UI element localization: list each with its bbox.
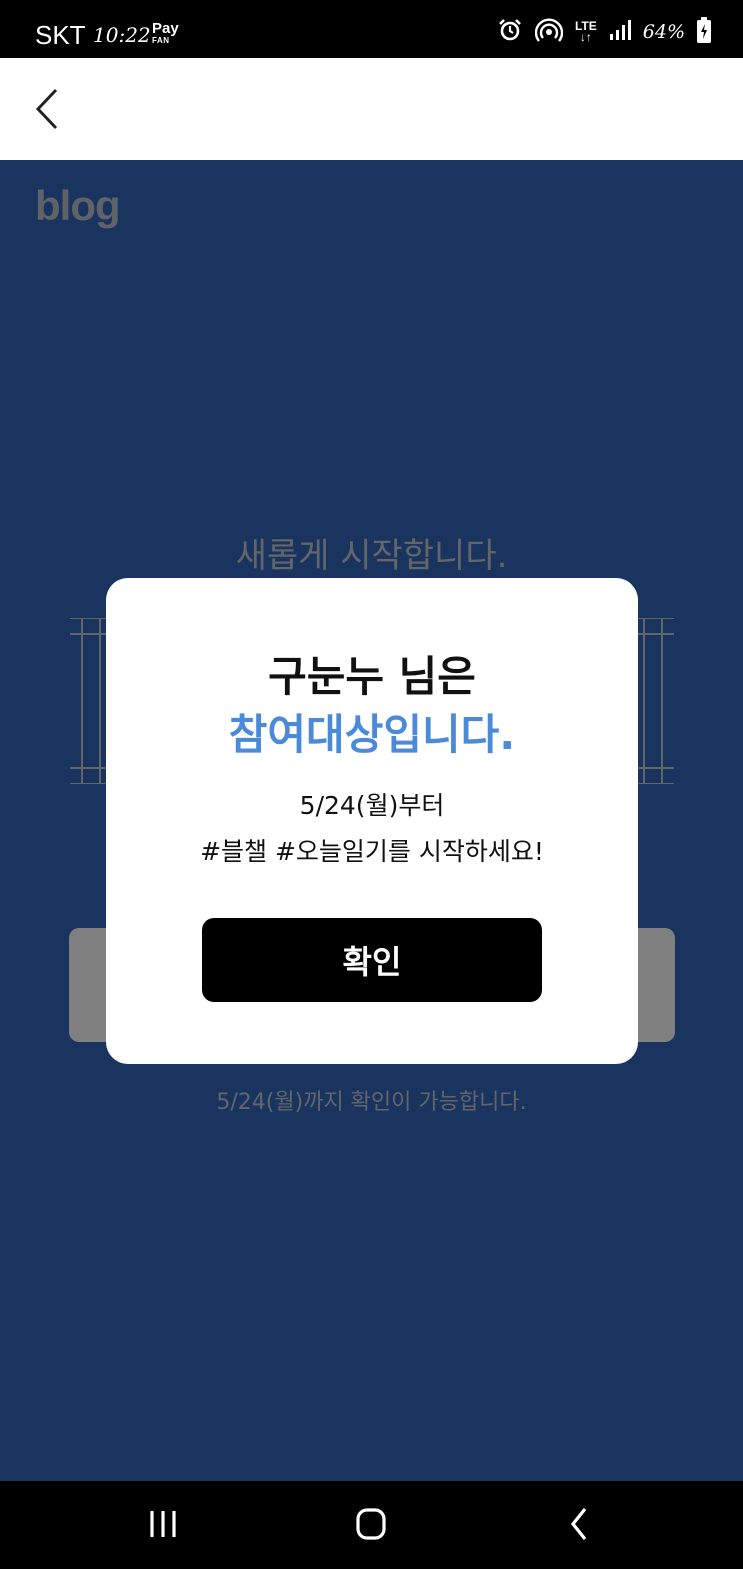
background-note: 5/24(월)까지 확인이 가능합니다. bbox=[216, 1090, 527, 1115]
recents-icon bbox=[150, 1511, 176, 1537]
dialog-date-line: 5/24(월)부터 bbox=[299, 791, 445, 820]
app-header bbox=[0, 58, 743, 160]
confirm-button[interactable]: 확인 bbox=[202, 918, 542, 1002]
lte-indicator: LTE ↓↑ bbox=[575, 20, 597, 44]
back-icon bbox=[570, 1508, 587, 1540]
home-button[interactable] bbox=[343, 1499, 399, 1549]
recents-button[interactable] bbox=[135, 1499, 191, 1549]
status-bar: SKT 10:22 Pay FAN LTE ↓↑ 64% bbox=[0, 0, 743, 58]
home-icon bbox=[356, 1508, 386, 1540]
signal-icon bbox=[609, 19, 631, 45]
dialog-message: #블챌 #오늘일기를 시작하세요! bbox=[200, 837, 544, 866]
nav-back-button[interactable] bbox=[551, 1499, 607, 1549]
carrier-label: SKT bbox=[35, 20, 86, 50]
chevron-left-icon bbox=[35, 88, 58, 130]
data-arrows-icon: ↓↑ bbox=[579, 30, 592, 44]
dialog-highlight: 참여대상입니다. bbox=[228, 710, 516, 759]
pay-sublabel: FAN bbox=[152, 36, 170, 45]
pay-label: Pay bbox=[152, 20, 179, 37]
status-icons: LTE ↓↑ 64% bbox=[497, 17, 711, 47]
participation-dialog: 구눈누 님은 참여대상입니다. 5/24(월)부터 #블챌 #오늘일기를 시작하… bbox=[106, 578, 638, 1064]
pay-indicator: Pay FAN bbox=[152, 20, 179, 45]
system-nav-bar bbox=[0, 1481, 743, 1569]
dialog-title: 구눈누 님은 bbox=[268, 652, 476, 701]
battery-charging-icon bbox=[697, 17, 711, 47]
background-headline: 새롭게 시작합니다. bbox=[235, 536, 508, 576]
main-content: blog 새롭게 시작합니다. 5/24(월)까지 확인이 가능합니다. 구눈누… bbox=[0, 160, 743, 1481]
hotspot-icon bbox=[534, 17, 564, 47]
battery-percent: 64% bbox=[642, 21, 685, 43]
clock: 10:22 bbox=[93, 23, 151, 47]
blog-logo: blog bbox=[35, 182, 121, 229]
alarm-icon bbox=[497, 17, 523, 47]
back-button[interactable] bbox=[24, 82, 78, 136]
